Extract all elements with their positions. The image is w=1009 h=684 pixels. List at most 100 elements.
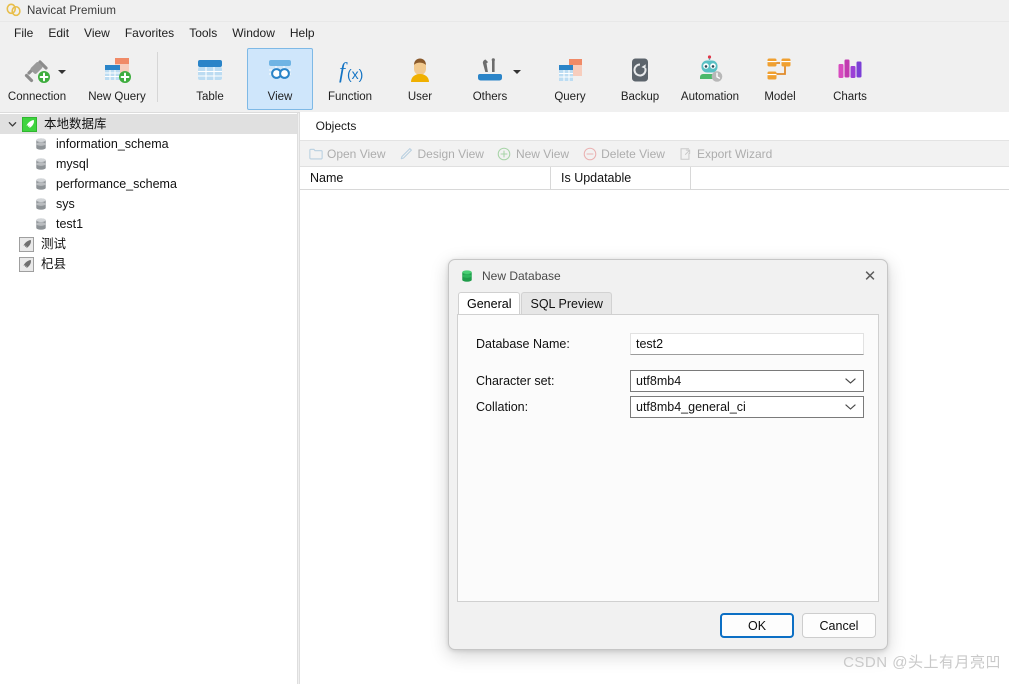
sidebar-label: performance_schema bbox=[56, 176, 177, 191]
sidebar-item-test1[interactable]: test1 bbox=[0, 214, 297, 234]
database-icon bbox=[32, 136, 50, 152]
sidebar-item-local-database[interactable]: 本地数据库 bbox=[0, 114, 297, 134]
tabstrip-filler bbox=[372, 112, 1009, 140]
sidebar-label: 杞县 bbox=[41, 256, 67, 271]
action-label: Open View bbox=[327, 146, 386, 161]
charts-icon bbox=[833, 53, 867, 87]
toolbar-label-model: Model bbox=[764, 91, 796, 103]
menu-item-help[interactable]: Help bbox=[283, 24, 323, 42]
grid-column-is-updatable[interactable]: Is Updatable bbox=[551, 166, 691, 190]
pencil-icon bbox=[398, 146, 413, 161]
connection-add-icon bbox=[20, 53, 54, 87]
menu-item-favorites[interactable]: Favorites bbox=[118, 24, 182, 42]
sidebar-label: mysql bbox=[56, 156, 89, 171]
label-collation: Collation: bbox=[476, 400, 529, 414]
form-row-character-set: Character set: utf8mb4 bbox=[468, 370, 864, 392]
action-design-view[interactable]: Design View bbox=[398, 146, 484, 161]
dialog-footer: OK Cancel bbox=[449, 602, 887, 649]
toolbar-button-automation[interactable]: Automation bbox=[677, 48, 743, 110]
action-label: New View bbox=[515, 146, 570, 161]
cancel-button[interactable]: Cancel bbox=[802, 613, 876, 638]
model-icon bbox=[763, 53, 797, 87]
toolbar-button-others[interactable]: Others bbox=[457, 48, 523, 110]
object-tabstrip: Objects bbox=[300, 112, 1009, 141]
window-title: Navicat Premium bbox=[27, 4, 117, 17]
chevron-down-icon[interactable] bbox=[4, 120, 20, 129]
backup-icon bbox=[623, 53, 657, 87]
navicat-logo-icon bbox=[6, 3, 21, 18]
title-bar: Navicat Premium bbox=[0, 0, 1009, 22]
toolbar-label-query: Query bbox=[554, 91, 586, 103]
toolbar-label-new-query: New Query bbox=[88, 91, 146, 103]
character-set-select[interactable]: utf8mb4 bbox=[630, 370, 864, 392]
database-name-input[interactable]: test2 bbox=[630, 333, 864, 355]
menu-item-view[interactable]: View bbox=[77, 24, 118, 42]
toolbar-button-model[interactable]: Model bbox=[747, 48, 813, 110]
database-icon bbox=[460, 269, 474, 283]
dialog-tab-sql-preview[interactable]: SQL Preview bbox=[521, 292, 612, 314]
database-icon bbox=[32, 176, 50, 192]
action-label: Export Wizard bbox=[696, 146, 773, 161]
sidebar-item-information-schema[interactable]: information_schema bbox=[0, 134, 297, 154]
label-character-set: Character set: bbox=[476, 374, 555, 388]
automation-robot-icon bbox=[693, 53, 727, 87]
objects-grid-header: Name Is Updatable bbox=[300, 166, 1009, 190]
toolbar-label-view: View bbox=[267, 91, 293, 103]
toolbar-button-function[interactable]: f (x) Function bbox=[317, 48, 383, 110]
close-icon[interactable]: ✕ bbox=[853, 261, 887, 292]
sidebar-label: 本地数据库 bbox=[44, 116, 107, 131]
sidebar-label: information_schema bbox=[56, 136, 169, 151]
toolbar-label-others: Others bbox=[472, 91, 508, 103]
action-export-wizard[interactable]: Export Wizard bbox=[678, 146, 772, 161]
action-delete-view[interactable]: Delete View bbox=[582, 146, 665, 161]
minus-circle-icon bbox=[582, 146, 597, 161]
export-wizard-icon bbox=[678, 146, 693, 161]
action-new-view[interactable]: New View bbox=[497, 146, 569, 161]
collation-value: utf8mb4_general_ci bbox=[636, 400, 746, 414]
sidebar-item-performance-schema[interactable]: performance_schema bbox=[0, 174, 297, 194]
toolbar-label-automation: Automation bbox=[680, 91, 740, 103]
others-dropdown-caret-icon[interactable] bbox=[513, 70, 521, 74]
menu-item-edit[interactable]: Edit bbox=[41, 24, 77, 42]
form-row-database-name: Database Name: test2 bbox=[468, 333, 864, 355]
collation-select[interactable]: utf8mb4_general_ci bbox=[630, 396, 864, 418]
others-tools-icon bbox=[473, 53, 507, 87]
action-open-view[interactable]: Open View bbox=[308, 146, 385, 161]
toolbar-label-user: User bbox=[407, 91, 433, 103]
plus-circle-icon bbox=[497, 146, 512, 161]
toolbar-button-charts[interactable]: Charts bbox=[817, 48, 883, 110]
toolbar-button-view[interactable]: View bbox=[247, 48, 313, 110]
sidebar-label: test1 bbox=[56, 216, 84, 231]
grid-column-name[interactable]: Name bbox=[300, 166, 551, 190]
toolbar-button-table[interactable]: Table bbox=[177, 48, 243, 110]
toolbar-button-new-query[interactable]: New Query bbox=[84, 48, 150, 110]
toolbar-button-backup[interactable]: Backup bbox=[607, 48, 673, 110]
toolbar-label-table: Table bbox=[196, 91, 224, 103]
toolbar-separator-1 bbox=[157, 52, 158, 102]
toolbar-label-backup: Backup bbox=[620, 91, 660, 103]
character-set-value: utf8mb4 bbox=[636, 374, 682, 388]
tab-objects[interactable]: Objects bbox=[300, 112, 372, 140]
connection-dropdown-caret-icon[interactable] bbox=[58, 70, 66, 74]
sidebar-item-sys[interactable]: sys bbox=[0, 194, 297, 214]
menu-item-window[interactable]: Window bbox=[225, 24, 283, 42]
dialog-title: New Database bbox=[482, 269, 561, 283]
dialog-titlebar: New Database ✕ bbox=[449, 260, 887, 292]
toolbar-button-connection[interactable]: Connection bbox=[4, 48, 70, 110]
view-icon bbox=[263, 53, 297, 87]
database-icon bbox=[32, 216, 50, 232]
toolbar-button-query[interactable]: Query bbox=[537, 48, 603, 110]
database-icon bbox=[32, 196, 50, 212]
connection-icon bbox=[20, 116, 38, 132]
sidebar-item-mysql[interactable]: mysql bbox=[0, 154, 297, 174]
menu-item-tools[interactable]: Tools bbox=[182, 24, 225, 42]
objects-action-bar: Open View Design View New View Delete Vi… bbox=[300, 141, 1009, 167]
ok-button[interactable]: OK bbox=[720, 613, 794, 638]
menu-item-file[interactable]: File bbox=[7, 24, 41, 42]
sidebar-item-qixian[interactable]: 杞县 bbox=[0, 254, 297, 274]
connection-tree-sidebar[interactable]: 本地数据库 information_schema mysql performan… bbox=[0, 113, 297, 684]
sidebar-item-ceshi[interactable]: 测试 bbox=[0, 234, 297, 254]
toolbar-button-user[interactable]: User bbox=[387, 48, 453, 110]
dialog-tab-general[interactable]: General bbox=[458, 292, 521, 314]
table-icon bbox=[193, 53, 227, 87]
